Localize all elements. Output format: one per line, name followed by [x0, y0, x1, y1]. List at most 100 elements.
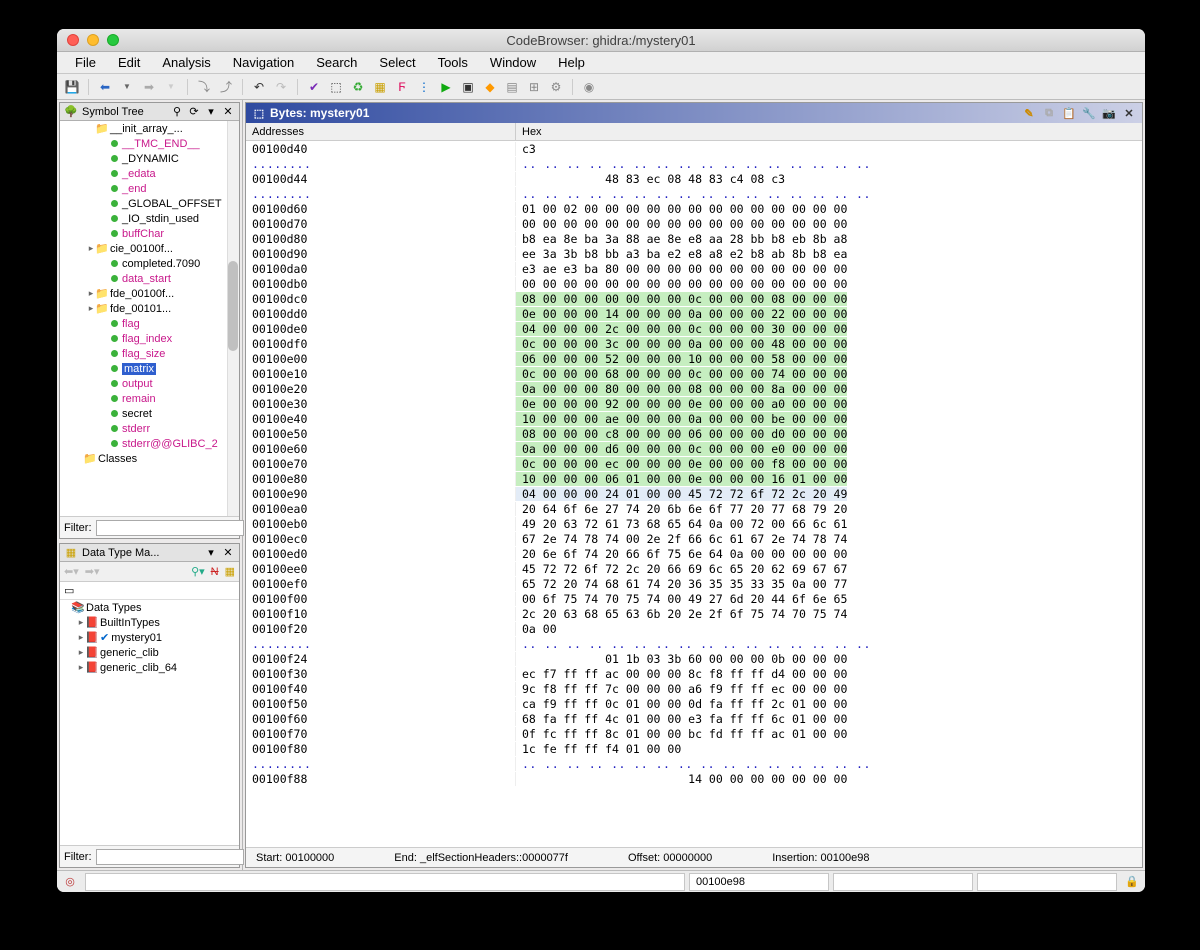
tree-row[interactable]: _edata: [62, 166, 239, 181]
fwd-menu-icon[interactable]: ▼: [162, 78, 180, 96]
hex-row[interactable]: 00100f6068 fa ff ff 4c 01 00 00 e3 fa ff…: [246, 711, 1142, 726]
lock-icon[interactable]: 🔒: [1125, 875, 1139, 889]
hex-row[interactable]: 00100da0e3 ae e3 ba 80 00 00 00 00 00 00…: [246, 261, 1142, 276]
menu-navigation[interactable]: Navigation: [223, 53, 304, 72]
tree-row[interactable]: __TMC_END__: [62, 136, 239, 151]
menu-edit[interactable]: Edit: [108, 53, 150, 72]
tree-row[interactable]: flag: [62, 316, 239, 331]
menu-icon[interactable]: ▾: [204, 105, 218, 119]
tree-row[interactable]: buffChar: [62, 226, 239, 241]
tree-row[interactable]: remain: [62, 391, 239, 406]
tree-row[interactable]: data_start: [62, 271, 239, 286]
hex-row[interactable]: 00100ee045 72 72 6f 72 2c 20 66 69 6c 65…: [246, 561, 1142, 576]
db-icon[interactable]: ▦: [225, 565, 235, 578]
copy-icon[interactable]: ⧉: [1042, 106, 1056, 120]
hex-row[interactable]: 00100f30ec f7 ff ff ac 00 00 00 8c f8 ff…: [246, 666, 1142, 681]
hex-separator[interactable]: .......... .. .. .. .. .. .. .. .. .. ..…: [246, 156, 1142, 171]
wrench-icon[interactable]: 🔧: [1082, 106, 1096, 120]
menu-window[interactable]: Window: [480, 53, 546, 72]
hex-row[interactable]: 00100f88 14 00 00 00 00 00 00 00: [246, 771, 1142, 786]
tree-row[interactable]: _DYNAMIC: [62, 151, 239, 166]
menu-icon[interactable]: ▾: [204, 546, 218, 560]
tree-row[interactable]: ▸📁cie_00100f...: [62, 241, 239, 256]
hex-row[interactable]: 00100e300e 00 00 00 92 00 00 00 0e 00 00…: [246, 396, 1142, 411]
hex-row[interactable]: 00100e600a 00 00 00 d6 00 00 00 0c 00 00…: [246, 441, 1142, 456]
hex-row[interactable]: 00100ea020 64 6f 6e 27 74 20 6b 6e 6f 77…: [246, 501, 1142, 516]
back-icon[interactable]: ⬅▾: [64, 565, 79, 578]
hex-row[interactable]: 00100dd00e 00 00 00 14 00 00 00 0a 00 00…: [246, 306, 1142, 321]
menu-select[interactable]: Select: [369, 53, 425, 72]
hex-row[interactable]: 00100d90ee 3a 3b b8 bb a3 ba e2 e8 a8 e2…: [246, 246, 1142, 261]
hex-row[interactable]: 00100f801c fe ff ff f4 01 00 00: [246, 741, 1142, 756]
hex-row[interactable]: 00100d40c3: [246, 141, 1142, 156]
bytes-icon[interactable]: ⬚: [327, 78, 345, 96]
tree-row[interactable]: stderr: [62, 421, 239, 436]
back-menu-icon[interactable]: ▼: [118, 78, 136, 96]
dtm-node[interactable]: BuiltInTypes: [100, 617, 160, 629]
undo-icon[interactable]: ↶: [250, 78, 268, 96]
minimize-icon[interactable]: [87, 34, 99, 46]
refresh-icon[interactable]: ♻: [349, 78, 367, 96]
hex-row[interactable]: 00100e9004 00 00 00 24 01 00 00 45 72 72…: [246, 486, 1142, 501]
close-icon[interactable]: ✕: [221, 105, 235, 119]
hex-row[interactable]: 00100f409c f8 ff ff 7c 00 00 00 a6 f9 ff…: [246, 681, 1142, 696]
check-icon[interactable]: ✔: [305, 78, 323, 96]
target-icon[interactable]: ◎: [63, 875, 77, 889]
menu-analysis[interactable]: Analysis: [152, 53, 220, 72]
hex-row[interactable]: 00100d44 48 83 ec 08 48 83 c4 08 c3: [246, 171, 1142, 186]
marker-icon[interactable]: ◆: [481, 78, 499, 96]
hex-row[interactable]: 00100f700f fc ff ff 8c 01 00 00 bc fd ff…: [246, 726, 1142, 741]
hex-row[interactable]: 00100d80b8 ea 8e ba 3a 88 ae 8e e8 aa 28…: [246, 231, 1142, 246]
menu-file[interactable]: File: [65, 53, 106, 72]
hex-row[interactable]: 00100f200a 00: [246, 621, 1142, 636]
tree-row[interactable]: output: [62, 376, 239, 391]
forward-icon[interactable]: ➡▾: [85, 565, 100, 578]
forward-icon[interactable]: ➡: [140, 78, 158, 96]
hex-row[interactable]: 00100e5008 00 00 00 c8 00 00 00 06 00 00…: [246, 426, 1142, 441]
bytes-body[interactable]: 00100d40c3.......... .. .. .. .. .. .. .…: [246, 141, 1142, 847]
hex-separator[interactable]: .......... .. .. .. .. .. .. .. .. .. ..…: [246, 756, 1142, 771]
tree-row[interactable]: secret: [62, 406, 239, 421]
tree-row[interactable]: 📁Classes: [62, 451, 239, 466]
tree-row[interactable]: ▸📁fde_00101...: [62, 301, 239, 316]
hex-separator[interactable]: .......... .. .. .. .. .. .. .. .. .. ..…: [246, 636, 1142, 651]
hex-row[interactable]: 00100ef065 72 20 74 68 61 74 20 36 35 35…: [246, 576, 1142, 591]
dtm-node[interactable]: generic_clib: [100, 647, 159, 659]
scroll-thumb[interactable]: [228, 261, 238, 351]
tree-row[interactable]: 📁__init_array_...: [62, 121, 239, 136]
hex-row[interactable]: 00100eb049 20 63 72 61 73 68 65 64 0a 00…: [246, 516, 1142, 531]
tree-row[interactable]: matrix: [62, 361, 239, 376]
refresh-icon[interactable]: ⟳: [187, 105, 201, 119]
hex-row[interactable]: 00100dc008 00 00 00 00 00 00 00 0c 00 00…: [246, 291, 1142, 306]
tree-row[interactable]: stderr@@GLIBC_2: [62, 436, 239, 451]
paste-icon[interactable]: 📋: [1062, 106, 1076, 120]
hex-row[interactable]: 00100f102c 20 63 68 65 63 6b 20 2e 2f 6f…: [246, 606, 1142, 621]
strike-icon[interactable]: N: [211, 566, 219, 578]
menu-search[interactable]: Search: [306, 53, 367, 72]
redo-icon[interactable]: ↷: [272, 78, 290, 96]
hex-row[interactable]: 00100e4010 00 00 00 ae 00 00 00 0a 00 00…: [246, 411, 1142, 426]
save-icon[interactable]: 💾: [63, 78, 81, 96]
filter-icon[interactable]: ⚲: [170, 105, 184, 119]
dtm-node[interactable]: mystery01: [111, 632, 162, 644]
dtm-node[interactable]: generic_clib_64: [100, 662, 177, 674]
report-icon[interactable]: ▤: [503, 78, 521, 96]
run-icon[interactable]: ▶: [437, 78, 455, 96]
hex-row[interactable]: 00100d6001 00 02 00 00 00 00 00 00 00 00…: [246, 201, 1142, 216]
dtm-root[interactable]: Data Types: [86, 602, 141, 614]
menu-help[interactable]: Help: [548, 53, 595, 72]
link-icon[interactable]: ⚲▾: [191, 565, 205, 578]
processor-icon[interactable]: ▣: [459, 78, 477, 96]
symbol-filter-input[interactable]: [96, 520, 244, 536]
close-icon[interactable]: ✕: [1122, 106, 1136, 120]
tree-icon[interactable]: ⊞: [525, 78, 543, 96]
listing-icon[interactable]: ⋮: [415, 78, 433, 96]
tree-row[interactable]: completed.7090: [62, 256, 239, 271]
tree-row[interactable]: ▸📁fde_00100f...: [62, 286, 239, 301]
hex-row[interactable]: 00100ed020 6e 6f 74 20 66 6f 75 6e 64 0a…: [246, 546, 1142, 561]
snapshot-icon[interactable]: ◉: [580, 78, 598, 96]
close-icon[interactable]: [67, 34, 79, 46]
step-out-icon[interactable]: ⤴: [217, 78, 235, 96]
hex-separator[interactable]: .......... .. .. .. .. .. .. .. .. .. ..…: [246, 186, 1142, 201]
edit-icon[interactable]: ✎: [1022, 106, 1036, 120]
